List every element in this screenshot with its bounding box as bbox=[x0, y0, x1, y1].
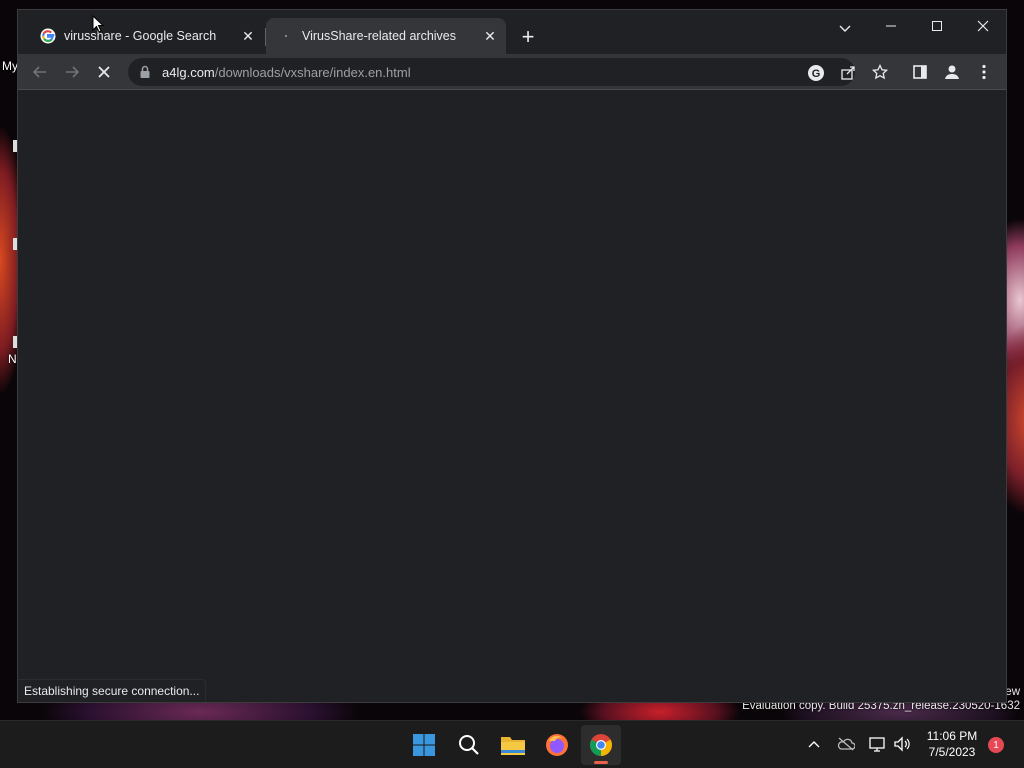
clock-time: 11:06 PM bbox=[926, 729, 978, 743]
clock-date: 7/5/2023 bbox=[928, 745, 976, 759]
file-explorer-icon bbox=[501, 737, 525, 755]
system-clock[interactable]: 11:06 PM 7/5/2023 bbox=[920, 728, 984, 760]
browser-toolbar: a4lg.com/downloads/vxshare/index.en.html… bbox=[18, 54, 1006, 90]
address-bar[interactable]: a4lg.com/downloads/vxshare/index.en.html… bbox=[128, 58, 855, 86]
desktop-icon-label-partial[interactable]: N bbox=[8, 352, 17, 366]
maximize-button[interactable] bbox=[914, 10, 960, 42]
menu-icon bbox=[982, 64, 986, 80]
active-app-indicator bbox=[594, 761, 608, 764]
watermark-partial: ew bbox=[1005, 686, 1020, 698]
profile-button[interactable] bbox=[936, 56, 968, 88]
firefox-icon bbox=[546, 734, 568, 756]
url-path: /downloads/vxshare/index.en.html bbox=[214, 64, 411, 80]
side-panel-icon bbox=[913, 65, 927, 79]
close-icon bbox=[977, 20, 989, 32]
chevron-up-icon bbox=[808, 741, 820, 748]
url-text[interactable]: a4lg.com/downloads/vxshare/index.en.html bbox=[162, 65, 411, 80]
bookmark-star-icon bbox=[872, 64, 888, 80]
start-button[interactable] bbox=[404, 725, 444, 765]
google-lens-icon[interactable]: G bbox=[805, 62, 827, 84]
mouse-cursor-icon bbox=[92, 15, 104, 33]
maximize-icon bbox=[932, 21, 942, 31]
tab-close-icon[interactable]: ✕ bbox=[238, 26, 258, 46]
show-hidden-icons-button[interactable] bbox=[804, 733, 824, 755]
tab-google-search[interactable]: virusshare - Google Search ✕ bbox=[28, 18, 264, 54]
onedrive-offline-icon bbox=[837, 737, 855, 751]
chevron-down-icon bbox=[839, 25, 851, 32]
google-favicon-icon bbox=[40, 28, 56, 44]
desktop-icon-label-partial[interactable]: My bbox=[2, 59, 18, 73]
minimize-button[interactable] bbox=[868, 10, 914, 42]
network-icon bbox=[869, 737, 885, 752]
speaker-icon bbox=[894, 736, 910, 752]
chrome-icon bbox=[590, 734, 612, 756]
stop-button[interactable] bbox=[88, 56, 120, 88]
svg-text:G: G bbox=[812, 68, 821, 80]
status-bubble: Establishing secure connection... bbox=[18, 679, 207, 702]
tab-strip: virusshare - Google Search ✕ VirusShare-… bbox=[18, 10, 1006, 54]
page-content[interactable]: Establishing secure connection... bbox=[18, 91, 1006, 702]
tab-title: VirusShare-related archives bbox=[302, 29, 457, 43]
window-controls bbox=[868, 10, 1006, 42]
menu-button[interactable] bbox=[968, 56, 1000, 88]
minimize-icon bbox=[886, 25, 896, 27]
chrome-taskbar-button[interactable] bbox=[581, 725, 621, 765]
forward-button[interactable] bbox=[56, 56, 88, 88]
tab-search-button[interactable] bbox=[830, 14, 860, 44]
stop-icon bbox=[98, 66, 110, 78]
file-explorer-button[interactable] bbox=[493, 725, 533, 765]
onedrive-button[interactable] bbox=[836, 733, 856, 755]
back-button[interactable] bbox=[24, 56, 56, 88]
lock-icon[interactable] bbox=[138, 65, 152, 79]
url-host: a4lg.com bbox=[162, 64, 215, 80]
profile-icon bbox=[945, 65, 959, 79]
new-tab-button[interactable]: + bbox=[516, 25, 540, 49]
taskbar: 11:06 PM 7/5/2023 1 bbox=[0, 720, 1024, 768]
tab-virusshare-archives[interactable]: VirusShare-related archives ✕ bbox=[266, 18, 506, 54]
tab-close-icon[interactable]: ✕ bbox=[480, 26, 500, 46]
tab-title: virusshare - Google Search bbox=[64, 29, 217, 43]
search-icon bbox=[459, 735, 479, 755]
share-icon[interactable] bbox=[837, 62, 859, 84]
bookmark-button[interactable] bbox=[864, 56, 896, 88]
network-button[interactable] bbox=[868, 733, 888, 755]
close-window-button[interactable] bbox=[960, 10, 1006, 42]
back-icon bbox=[32, 66, 46, 78]
taskbar-search-button[interactable] bbox=[449, 725, 489, 765]
side-panel-button[interactable] bbox=[904, 56, 936, 88]
forward-icon bbox=[66, 66, 80, 78]
volume-button[interactable] bbox=[892, 733, 912, 755]
notification-badge[interactable]: 1 bbox=[988, 737, 1004, 753]
chrome-window: virusshare - Google Search ✕ VirusShare-… bbox=[17, 9, 1007, 703]
windows-start-icon bbox=[413, 734, 435, 756]
loading-favicon-icon bbox=[278, 28, 294, 44]
firefox-button[interactable] bbox=[537, 725, 577, 765]
